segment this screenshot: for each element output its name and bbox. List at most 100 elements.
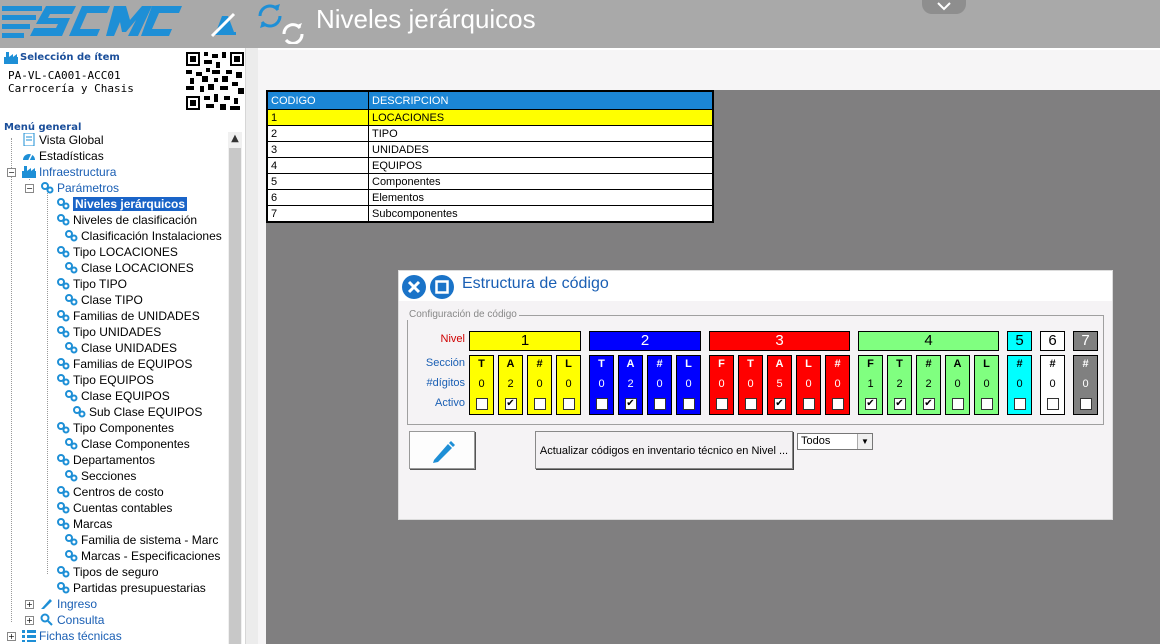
section-letter[interactable]: A <box>768 358 791 370</box>
active-checkbox[interactable]: ✔ <box>864 398 877 410</box>
tree-item-cuentas-contables[interactable]: Cuentas contables <box>56 500 172 516</box>
active-checkbox[interactable] <box>562 398 575 410</box>
section-letter[interactable]: # <box>917 358 940 370</box>
cell-descripcion[interactable]: EQUIPOS <box>368 157 713 174</box>
section-letter[interactable]: # <box>826 358 849 370</box>
tree-item-subclase-equipos[interactable]: Sub Clase EQUIPOS <box>72 404 202 420</box>
tree-item-centros-costo[interactable]: Centros de costo <box>56 484 164 500</box>
chevron-up-icon[interactable]: ▲ <box>228 132 242 146</box>
tree-item-marcas-especificaciones[interactable]: Marcas - Especificaciones <box>64 548 220 564</box>
tree-item-clase-tipo[interactable]: Clase TIPO <box>64 292 143 308</box>
section-digits[interactable]: 0 <box>1074 378 1097 390</box>
section-letter[interactable]: A <box>946 358 969 370</box>
tree-item-familia-sistema-marcas[interactable]: Familia de sistema - Marc <box>64 532 218 548</box>
section-digits[interactable]: 0 <box>797 378 820 390</box>
section-letter[interactable]: # <box>648 358 671 370</box>
section-digits[interactable]: 2 <box>619 378 642 390</box>
tree-item-parametros[interactable]: Parámetros <box>40 180 119 196</box>
section-letter[interactable]: A <box>499 358 522 370</box>
expand-toggle[interactable]: + <box>25 600 34 609</box>
section-letter[interactable]: # <box>1074 358 1097 370</box>
tree-item-partidas-presupuestarias[interactable]: Partidas presupuestarias <box>56 580 206 596</box>
sync-icon[interactable] <box>256 2 308 44</box>
tree-item-niveles-clasificacion[interactable]: Niveles de clasificación <box>56 212 197 228</box>
active-checkbox[interactable] <box>951 398 964 410</box>
section-digits[interactable]: 0 <box>739 378 762 390</box>
cell-codigo[interactable]: 5 <box>267 173 369 190</box>
close-button[interactable] <box>402 275 426 299</box>
section-digits[interactable]: 2 <box>917 378 940 390</box>
tree-item-secciones[interactable]: Secciones <box>64 468 136 484</box>
section-letter[interactable]: F <box>710 358 733 370</box>
section-digits[interactable]: 0 <box>528 378 551 390</box>
active-checkbox[interactable] <box>1013 398 1026 410</box>
section-digits[interactable]: 0 <box>710 378 733 390</box>
cell-descripcion[interactable]: Componentes <box>368 173 713 190</box>
section-digits[interactable]: 0 <box>648 378 671 390</box>
section-letter[interactable]: L <box>797 358 820 370</box>
tree-item-vista-global[interactable]: Vista Global <box>22 132 103 148</box>
section-digits[interactable]: 5 <box>768 378 791 390</box>
active-checkbox[interactable] <box>744 398 757 410</box>
tree-item-fichas-tecnicas[interactable]: Fichas técnicas <box>22 628 122 644</box>
column-header-descripcion[interactable]: DESCRIPCION <box>368 91 713 110</box>
section-digits[interactable]: 0 <box>975 378 998 390</box>
cell-descripcion[interactable]: UNIDADES <box>368 141 713 158</box>
active-checkbox[interactable] <box>533 398 546 410</box>
tree-item-tipo-tipo[interactable]: Tipo TIPO <box>56 276 127 292</box>
table-row[interactable]: 2 TIPO <box>267 125 713 142</box>
active-checkbox[interactable] <box>682 398 695 410</box>
update-codes-button[interactable]: Actualizar códigos en inventario técnico… <box>535 431 793 469</box>
active-checkbox[interactable]: ✔ <box>624 398 637 410</box>
section-letter[interactable]: L <box>975 358 998 370</box>
bell-icon[interactable] <box>208 10 238 40</box>
section-letter[interactable]: T <box>888 358 911 370</box>
levels-grid[interactable]: CODIGO DESCRIPCION 1 LOCACIONES 2 TIPO 3 UN… <box>266 90 714 223</box>
section-letter[interactable]: L <box>677 358 700 370</box>
scrollbar-thumb[interactable] <box>229 148 241 644</box>
cell-descripcion[interactable]: Subcomponentes <box>368 205 713 222</box>
section-digits[interactable]: 1 <box>859 378 882 390</box>
tree-item-clase-componentes[interactable]: Clase Componentes <box>64 436 190 452</box>
cell-codigo[interactable]: 7 <box>267 205 369 222</box>
active-checkbox[interactable]: ✔ <box>893 398 906 410</box>
tree-item-clase-unidades[interactable]: Clase UNIDADES <box>64 340 177 356</box>
tree-item-clasificacion-instalaciones[interactable]: Clasificación Instalaciones <box>64 228 222 244</box>
tree-item-tipos-seguro[interactable]: Tipos de seguro <box>56 564 159 580</box>
active-checkbox[interactable] <box>1079 398 1092 410</box>
tree-item-familias-unidades[interactable]: Familias de UNIDADES <box>56 308 200 324</box>
section-digits[interactable]: 0 <box>677 378 700 390</box>
section-digits[interactable]: 0 <box>1041 378 1064 390</box>
active-checkbox[interactable]: ✔ <box>773 398 786 410</box>
tree-item-familias-equipos[interactable]: Familias de EQUIPOS <box>56 356 192 372</box>
section-letter[interactable]: F <box>859 358 882 370</box>
section-letter[interactable]: # <box>1041 358 1064 370</box>
active-checkbox[interactable] <box>980 398 993 410</box>
cell-codigo[interactable]: 3 <box>267 141 369 158</box>
section-letter[interactable]: # <box>1008 358 1031 370</box>
section-digits[interactable]: 0 <box>557 378 580 390</box>
table-row[interactable]: 4 EQUIPOS <box>267 157 713 174</box>
table-row[interactable]: 3 UNIDADES <box>267 141 713 158</box>
section-digits[interactable]: 2 <box>499 378 522 390</box>
active-checkbox[interactable]: ✔ <box>504 398 517 410</box>
table-row[interactable]: 6 Elementos <box>267 189 713 206</box>
cell-descripcion[interactable]: Elementos <box>368 189 713 206</box>
collapse-header-tab[interactable] <box>922 0 966 14</box>
active-checkbox[interactable] <box>653 398 666 410</box>
active-checkbox[interactable] <box>802 398 815 410</box>
section-digits[interactable]: 2 <box>888 378 911 390</box>
level-filter-select[interactable]: Todos ▼ <box>797 433 873 450</box>
dropdown-arrow-icon[interactable]: ▼ <box>857 434 872 449</box>
active-checkbox[interactable] <box>1046 398 1059 410</box>
section-letter[interactable]: T <box>470 358 493 370</box>
cell-codigo[interactable]: 6 <box>267 189 369 206</box>
tree-item-ingreso[interactable]: Ingreso <box>40 596 97 612</box>
section-digits[interactable]: 0 <box>946 378 969 390</box>
cell-codigo[interactable]: 4 <box>267 157 369 174</box>
column-header-codigo[interactable]: CODIGO <box>267 91 369 110</box>
tree-item-clase-locaciones[interactable]: Clase LOCACIONES <box>64 260 194 276</box>
cell-codigo[interactable]: 2 <box>267 125 369 142</box>
section-digits[interactable]: 0 <box>470 378 493 390</box>
maximize-button[interactable] <box>430 275 454 299</box>
